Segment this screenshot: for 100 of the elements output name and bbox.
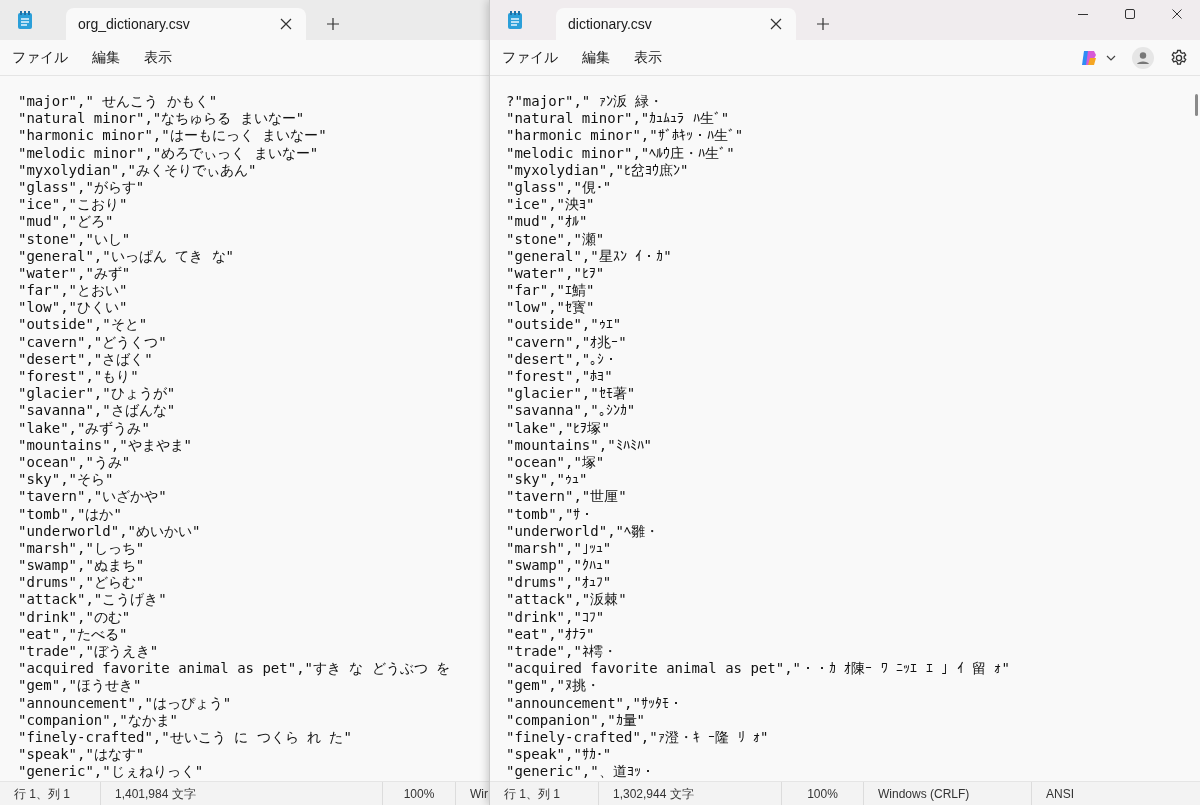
text-line: "lake","みずうみ" bbox=[18, 419, 150, 437]
text-line: "speak","ｻｶ･" bbox=[506, 746, 612, 764]
text-line: "tavern","世厘" bbox=[506, 488, 627, 506]
text-line: "harmonic minor","はーもにっく まいなー" bbox=[18, 127, 327, 145]
text-line: "marsh","｣ｯｭ" bbox=[506, 539, 612, 558]
text-line: "underworld","ﾍ雛・ bbox=[506, 522, 659, 540]
text-line: "myxolydian","みくそりでぃあん" bbox=[18, 161, 257, 179]
text-line: "glacier","ｾﾓ著" bbox=[506, 385, 636, 403]
text-line: "sky","ｩｭ" bbox=[506, 471, 588, 489]
new-tab-icon[interactable] bbox=[326, 17, 340, 31]
notepad-icon bbox=[17, 10, 33, 30]
text-line: "attack","汳棘" bbox=[506, 591, 627, 609]
text-line: "desert","｡ｼ・ bbox=[506, 350, 619, 368]
new-tab-icon[interactable] bbox=[816, 17, 830, 31]
text-line: "generic","じぇねりっく" bbox=[18, 763, 204, 781]
text-line: "mountains","やまやま" bbox=[18, 436, 192, 454]
text-line: "low","ｾ寳" bbox=[506, 299, 595, 317]
text-line: "gem","ﾇ挑・ bbox=[506, 677, 600, 695]
text-line: "gem","ほうせき" bbox=[18, 677, 142, 695]
text-line: "announcement","はっぴょう" bbox=[18, 694, 232, 712]
copilot-icon[interactable] bbox=[1080, 48, 1098, 67]
text-line: "mountains","ﾐﾊﾐﾊ" bbox=[506, 436, 652, 454]
text-line: "marsh","しっち" bbox=[18, 539, 145, 558]
menu-item[interactable]: ファイル bbox=[490, 47, 570, 68]
notepad-icon bbox=[507, 10, 523, 30]
text-line: "natural minor","ｶｭﾑｭﾗ ﾊ生ﾞ" bbox=[506, 110, 730, 128]
text-line: "cavern","ｵ兆ｰ" bbox=[506, 333, 627, 351]
text-line: "far","ｴ鯖" bbox=[506, 282, 595, 300]
text-line: "general","いっぱん てき な" bbox=[18, 247, 234, 265]
text-line: "outside","そと" bbox=[18, 316, 148, 334]
text-line: "acquired favorite animal as pet","・・ｶ ｵ陳ｰ ﾜ ﾆｯｴ ｴ ｣ ｲ 留 ｫ" bbox=[506, 660, 1010, 678]
text-line: "companion","なかま" bbox=[18, 711, 178, 729]
text-line: "desert","さばく" bbox=[18, 350, 153, 368]
status-text: 1,401,984 文字 bbox=[115, 785, 196, 803]
text-line: "mud","どろ" bbox=[18, 213, 114, 231]
text-line: "announcement","ｻｯﾀﾓ・ bbox=[506, 694, 683, 712]
text-line: ?"major"," ｧﾝ汳 緑・ bbox=[506, 93, 664, 111]
file-tab[interactable]: org_dictionary.csv bbox=[66, 8, 306, 40]
status-text: Wir bbox=[470, 785, 488, 803]
text-line: "swamp","ぬまち" bbox=[18, 557, 145, 575]
menu-item[interactable]: 編集 bbox=[570, 47, 622, 68]
maximize-icon[interactable] bbox=[1124, 9, 1135, 19]
menu-item[interactable]: 表示 bbox=[622, 47, 674, 68]
text-line: "glass","俔･" bbox=[506, 178, 612, 197]
text-line: "tavern","いざかや" bbox=[18, 488, 167, 506]
text-line: "natural minor","なちゅらる まいなー" bbox=[18, 110, 305, 128]
text-line: "glacier","ひょうが" bbox=[18, 385, 176, 403]
file-tab[interactable]: dictionary.csv bbox=[556, 8, 796, 40]
text-line: "major"," せんこう かもく" bbox=[18, 93, 218, 111]
text-line: "savanna","さばんな" bbox=[18, 402, 176, 420]
status-text: 100% bbox=[807, 785, 838, 803]
text-line: "finely-crafted","ｧ澄・ｷ ｰ隆 ﾘ ｫ" bbox=[506, 728, 769, 747]
text-line: "acquired favorite animal as pet","すき な どうぶつ を bbox=[18, 660, 451, 678]
text-line: "attack","こうげき" bbox=[18, 591, 167, 609]
text-line: "general","星ｽﾝ ｲ・ｶ" bbox=[506, 247, 672, 265]
text-line: "water","みず" bbox=[18, 264, 131, 283]
text-line: "savanna","｡ｼﾝｶ" bbox=[506, 402, 636, 420]
close-icon[interactable] bbox=[770, 18, 782, 30]
status-text: 行 1、列 1 bbox=[504, 785, 560, 803]
text-line: "drums","どらむ" bbox=[18, 574, 145, 592]
menu-item[interactable]: ファイル bbox=[0, 47, 80, 68]
text-line: "eat","ｵﾅﾗ" bbox=[506, 625, 595, 643]
close-icon[interactable] bbox=[1171, 9, 1182, 19]
text-line: "trade","ﾈ樗・ bbox=[506, 643, 617, 661]
text-line: "finely-crafted","せいこう に つくら れ た" bbox=[18, 728, 352, 747]
text-line: "outside","ｩｴ" bbox=[506, 316, 622, 334]
chevron-down-icon[interactable] bbox=[1106, 54, 1116, 61]
text-line: "sky","そら" bbox=[18, 471, 114, 489]
text-line: "eat","たべる" bbox=[18, 625, 128, 643]
scrollbar-thumb[interactable] bbox=[1195, 94, 1198, 116]
text-line: "melodic minor","めろでぃっく まいなー" bbox=[18, 144, 319, 162]
text-line: "tomb","はか" bbox=[18, 505, 122, 523]
text-line: "forest","もり" bbox=[18, 368, 139, 386]
text-line: "trade","ぼうえき" bbox=[18, 643, 159, 661]
text-line: "ocean","塚" bbox=[506, 453, 605, 472]
text-line: "generic","、道ﾖｯ・ bbox=[506, 763, 655, 781]
text-line: "drums","ｵｭﾌ" bbox=[506, 574, 612, 592]
text-line: "harmonic minor","ｻﾞﾎｷｯ・ﾊ生ﾞ" bbox=[506, 127, 744, 145]
settings-icon[interactable] bbox=[1170, 48, 1188, 67]
text-line: "drink","のむ" bbox=[18, 608, 131, 626]
menu-item[interactable]: 表示 bbox=[132, 47, 184, 68]
text-line: "cavern","どうくつ" bbox=[18, 333, 167, 351]
text-line: "mud","ｵﾙ" bbox=[506, 213, 588, 231]
text-line: "low","ひくい" bbox=[18, 299, 128, 317]
profile-icon[interactable] bbox=[1132, 46, 1154, 69]
status-text: ANSI bbox=[1046, 785, 1074, 803]
close-icon[interactable] bbox=[280, 18, 292, 30]
text-line: "tomb","ｻ・ bbox=[506, 505, 595, 523]
text-line: "companion","ｶ量" bbox=[506, 711, 645, 729]
menu-item[interactable]: 編集 bbox=[80, 47, 132, 68]
status-text: 1,302,944 文字 bbox=[613, 785, 694, 803]
minimize-icon[interactable] bbox=[1077, 13, 1088, 15]
text-line: "ocean","うみ" bbox=[18, 453, 131, 472]
text-line: "ice","泱ﾖ" bbox=[506, 196, 595, 214]
text-line: "forest","ﾎﾖ" bbox=[506, 368, 613, 386]
text-line: "speak","はなす" bbox=[18, 746, 145, 764]
text-line: "glass","がらす" bbox=[18, 178, 145, 197]
text-line: "stone","瀬" bbox=[506, 230, 605, 248]
status-text: 100% bbox=[403, 785, 435, 803]
text-line: "water","ﾋｦ" bbox=[506, 264, 605, 283]
